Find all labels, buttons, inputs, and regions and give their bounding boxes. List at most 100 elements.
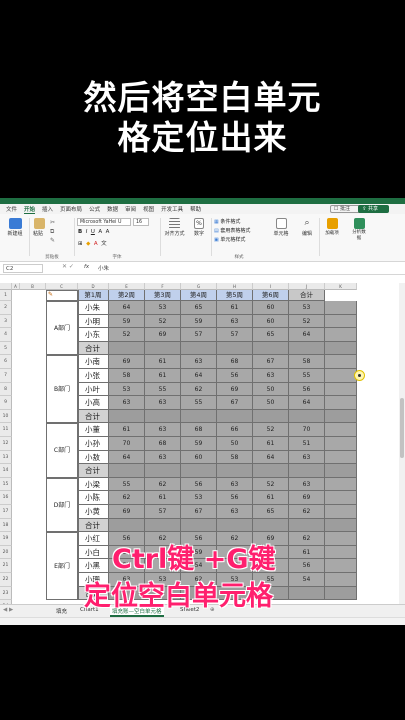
row-header[interactable]: 23 bbox=[0, 586, 12, 601]
name-cell[interactable]: 小敖 bbox=[78, 450, 109, 465]
total-cell[interactable] bbox=[325, 423, 357, 437]
value-cell[interactable]: 61 bbox=[145, 491, 181, 505]
cells-group[interactable]: 单元格 bbox=[268, 216, 294, 260]
value-cell[interactable] bbox=[145, 518, 181, 533]
format-painter-icon[interactable]: ✎ bbox=[50, 237, 55, 244]
column-header[interactable]: E bbox=[109, 283, 145, 290]
name-cell[interactable]: 合计 bbox=[78, 464, 109, 478]
value-cell[interactable]: 61 bbox=[289, 545, 325, 560]
total-cell[interactable] bbox=[325, 545, 357, 560]
week-header-cell[interactable]: 第4周 bbox=[181, 290, 217, 301]
menu-view[interactable]: 视图 bbox=[143, 205, 154, 213]
value-cell[interactable]: 63 bbox=[109, 396, 145, 410]
value-cell[interactable]: 59 bbox=[109, 314, 145, 329]
department-cell[interactable]: E部门 bbox=[46, 532, 78, 601]
total-cell[interactable] bbox=[325, 477, 357, 492]
menu-review[interactable]: 审阅 bbox=[125, 205, 136, 213]
column-header[interactable]: I bbox=[253, 283, 289, 290]
table-format-button[interactable]: ▤ 套用表格格式 bbox=[214, 227, 250, 234]
department-cell[interactable]: A部门 bbox=[46, 301, 78, 356]
column-header[interactable]: K bbox=[325, 283, 357, 290]
sheet-tab-fill[interactable]: 填充 bbox=[56, 607, 67, 615]
cond-format-button[interactable]: ▦ 条件格式 bbox=[214, 218, 240, 225]
value-cell[interactable]: 69 bbox=[217, 382, 253, 397]
name-cell[interactable]: 小陈 bbox=[78, 491, 109, 505]
value-cell[interactable] bbox=[253, 341, 289, 356]
value-cell[interactable]: 59 bbox=[181, 314, 217, 329]
value-cell[interactable]: 56 bbox=[217, 369, 253, 383]
vertical-scrollbar[interactable] bbox=[399, 283, 405, 604]
value-cell[interactable]: 58 bbox=[289, 355, 325, 369]
value-cell[interactable]: 50 bbox=[253, 382, 289, 397]
total-cell[interactable] bbox=[325, 341, 357, 356]
value-cell[interactable]: 63 bbox=[253, 369, 289, 383]
value-cell[interactable] bbox=[289, 341, 325, 356]
row-header[interactable]: 18 bbox=[0, 518, 12, 533]
value-cell[interactable]: 61 bbox=[253, 491, 289, 505]
name-cell[interactable]: 合计 bbox=[78, 409, 109, 424]
value-cell[interactable]: 68 bbox=[145, 437, 181, 451]
value-cell[interactable]: 60 bbox=[253, 301, 289, 315]
value-cell[interactable]: 56 bbox=[289, 382, 325, 397]
value-cell[interactable]: 63 bbox=[217, 505, 253, 519]
value-cell[interactable]: 57 bbox=[145, 505, 181, 519]
menu-help[interactable]: 帮助 bbox=[190, 205, 201, 213]
row-header[interactable]: 1 bbox=[0, 290, 12, 301]
menu-data[interactable]: 数据 bbox=[107, 205, 118, 213]
row-header[interactable]: 19 bbox=[0, 532, 12, 546]
department-cell[interactable]: D部门 bbox=[46, 477, 78, 533]
name-cell[interactable]: 小东 bbox=[78, 328, 109, 342]
value-cell[interactable]: 63 bbox=[145, 423, 181, 437]
week-header-cell[interactable]: 合计 bbox=[289, 290, 325, 301]
comment-button[interactable]: ☐ 批注 bbox=[329, 205, 361, 213]
name-cell[interactable]: 小朱 bbox=[78, 301, 109, 315]
column-header[interactable]: A bbox=[12, 283, 20, 290]
department-cell[interactable]: B部门 bbox=[46, 355, 78, 424]
number-group[interactable]: % 数字 bbox=[189, 216, 209, 260]
value-cell[interactable]: 52 bbox=[145, 314, 181, 329]
value-cell[interactable]: 69 bbox=[145, 328, 181, 342]
name-cell[interactable]: 合计 bbox=[78, 341, 109, 356]
value-cell[interactable] bbox=[145, 464, 181, 478]
row-header[interactable]: 2 bbox=[0, 301, 12, 315]
name-cell[interactable]: 小红 bbox=[78, 532, 109, 546]
total-cell[interactable] bbox=[325, 586, 357, 601]
value-cell[interactable]: 55 bbox=[289, 369, 325, 383]
value-cell[interactable]: 52 bbox=[253, 477, 289, 492]
value-cell[interactable]: 67 bbox=[217, 396, 253, 410]
total-cell[interactable] bbox=[325, 505, 357, 519]
value-cell[interactable]: 51 bbox=[289, 437, 325, 451]
total-cell[interactable] bbox=[325, 382, 357, 397]
value-cell[interactable]: 69 bbox=[289, 491, 325, 505]
name-cell[interactable]: 小孙 bbox=[78, 437, 109, 451]
value-cell[interactable]: 63 bbox=[217, 314, 253, 329]
value-cell[interactable]: 61 bbox=[253, 437, 289, 451]
value-cell[interactable]: 58 bbox=[109, 369, 145, 383]
row-header[interactable]: 16 bbox=[0, 491, 12, 505]
column-header[interactable]: J bbox=[289, 283, 325, 290]
column-header[interactable]: D bbox=[78, 283, 109, 290]
value-cell[interactable]: 63 bbox=[289, 450, 325, 465]
value-cell[interactable]: 70 bbox=[289, 423, 325, 437]
value-cell[interactable] bbox=[289, 586, 325, 601]
menu-formulas[interactable]: 公式 bbox=[89, 205, 100, 213]
value-cell[interactable] bbox=[181, 341, 217, 356]
column-header[interactable]: G bbox=[181, 283, 217, 290]
row-header[interactable]: 5 bbox=[0, 341, 12, 356]
value-cell[interactable]: 52 bbox=[109, 328, 145, 342]
value-cell[interactable]: 64 bbox=[181, 369, 217, 383]
week-header-cell[interactable]: 第2周 bbox=[109, 290, 145, 301]
total-cell[interactable] bbox=[325, 409, 357, 424]
value-cell[interactable]: 50 bbox=[217, 437, 253, 451]
value-cell[interactable] bbox=[217, 409, 253, 424]
addin-group[interactable]: 加载项 bbox=[320, 216, 344, 260]
copy-icon[interactable]: ⧉ bbox=[50, 228, 54, 236]
value-cell[interactable] bbox=[145, 341, 181, 356]
total-cell[interactable] bbox=[325, 464, 357, 478]
value-cell[interactable]: 54 bbox=[289, 573, 325, 587]
column-header[interactable]: F bbox=[145, 283, 181, 290]
column-header[interactable]: C bbox=[46, 283, 78, 290]
row-header[interactable]: 20 bbox=[0, 545, 12, 560]
scroll-thumb[interactable] bbox=[400, 398, 404, 458]
value-cell[interactable]: 65 bbox=[253, 328, 289, 342]
